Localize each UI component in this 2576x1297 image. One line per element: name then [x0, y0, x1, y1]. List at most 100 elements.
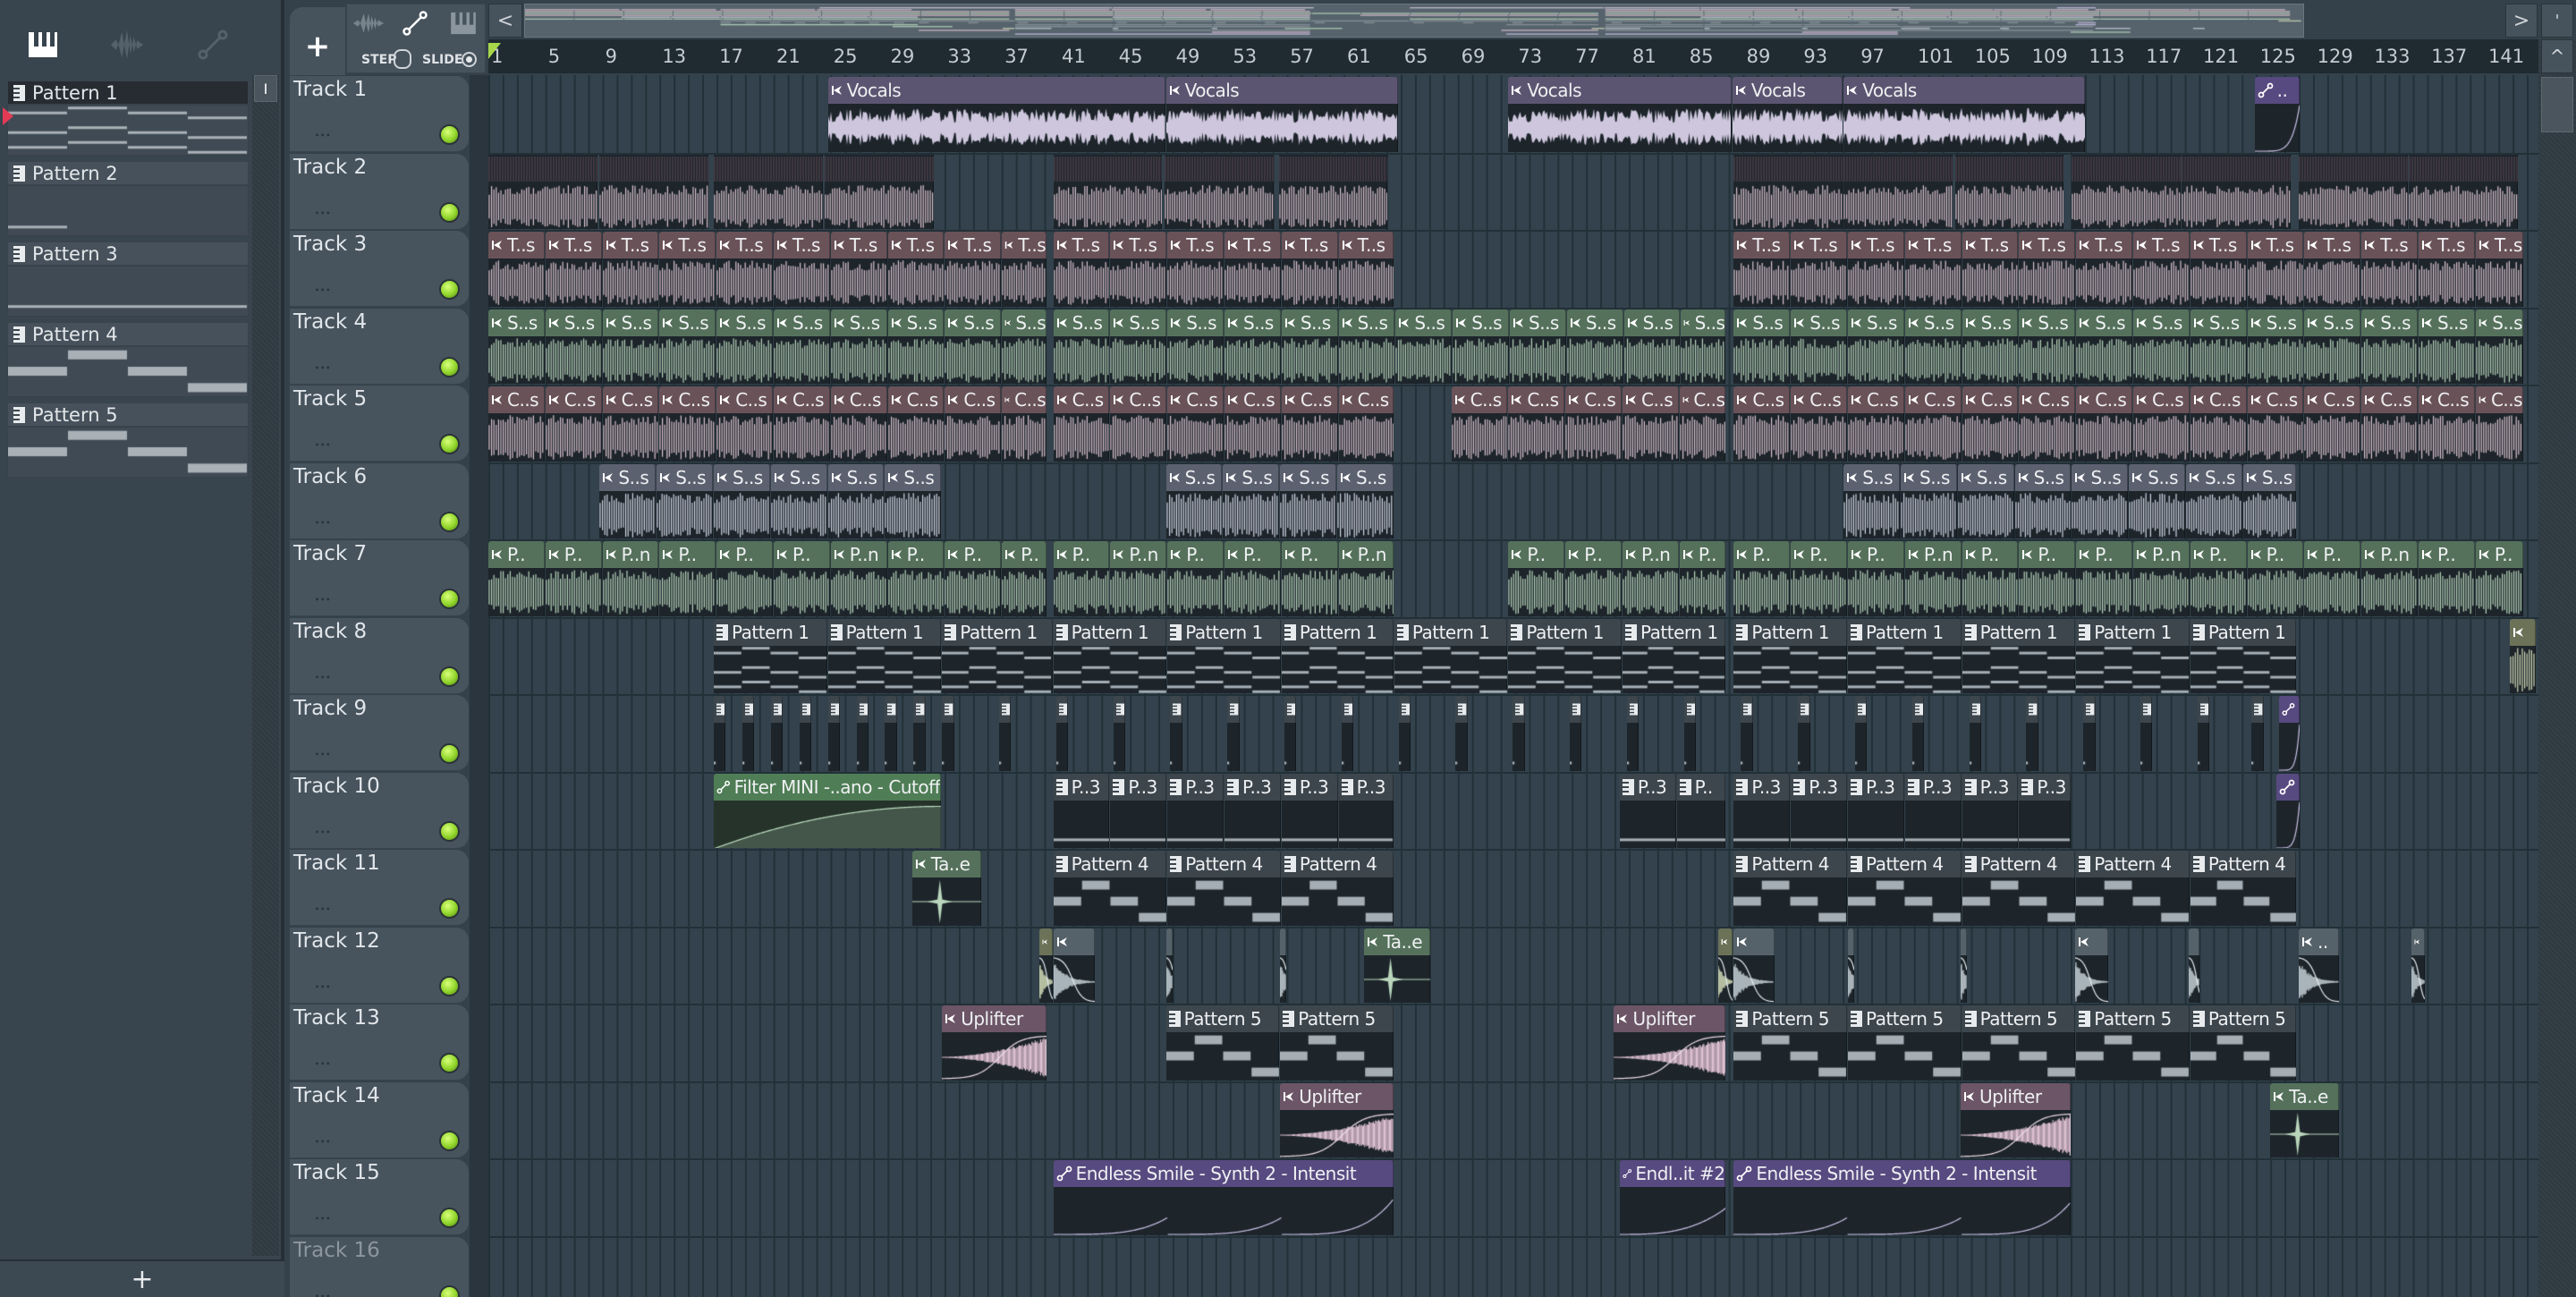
clip-body[interactable]	[1962, 413, 2019, 462]
ruler-bar-label[interactable]: 113	[2089, 46, 2124, 67]
clip-body[interactable]	[2076, 1032, 2190, 1081]
clip-header[interactable]	[1626, 696, 1640, 723]
clip-body[interactable]	[1911, 723, 1925, 771]
pattern-clip[interactable]: Pattern 5	[1280, 1005, 1394, 1081]
clip-body[interactable]	[856, 723, 869, 771]
audio-clip[interactable]: S..s	[2186, 463, 2242, 538]
audio-clip[interactable]: C..s	[659, 386, 716, 462]
clip-body[interactable]	[2419, 568, 2475, 616]
clip-body[interactable]	[1733, 259, 1791, 307]
clip-body[interactable]	[488, 335, 545, 384]
clip-body[interactable]	[2304, 259, 2361, 307]
audio-clip[interactable]: T..s	[1791, 232, 1848, 307]
pattern-item[interactable]: Pattern 2	[7, 161, 249, 236]
audio-clip[interactable]	[1843, 154, 1953, 229]
clip-header[interactable]: ..	[2254, 77, 2300, 104]
audio-clip[interactable]: C..s	[1679, 386, 1726, 462]
ruler-bar-label[interactable]: 61	[1347, 46, 1371, 67]
pattern-clip[interactable]: Pattern 1	[2076, 618, 2190, 693]
clip-header[interactable]: P..	[1791, 541, 1848, 568]
scroll-left-button[interactable]: <	[488, 4, 522, 38]
audio-clip[interactable]: C..s	[1451, 386, 1508, 462]
audio-clip[interactable]: T..s	[2019, 232, 2076, 307]
clip-body[interactable]	[1733, 413, 1791, 462]
clip-body[interactable]	[1791, 800, 1848, 848]
audio-clip[interactable]	[1053, 928, 1096, 1003]
clip-header[interactable]: Pattern 1	[1281, 618, 1394, 646]
clip-header[interactable]: C..s	[1733, 386, 1791, 413]
track-mute-button[interactable]	[439, 1053, 460, 1073]
audio-clip[interactable]: C..s	[1791, 386, 1848, 462]
clip-header[interactable]: S..s	[1681, 309, 1726, 336]
clip-header[interactable]: C..s	[2190, 386, 2247, 413]
audio-clip[interactable]	[1053, 154, 1163, 229]
ruler-bar-label[interactable]: 5	[548, 46, 560, 67]
track-mute-button[interactable]	[439, 820, 460, 842]
clip-header[interactable]: T..s	[1791, 232, 1848, 259]
audio-clip[interactable]: Vocals	[1165, 77, 1398, 152]
audio-clip[interactable]: C..s	[716, 386, 773, 462]
clip-body[interactable]	[1053, 413, 1110, 462]
ruler-bar-label[interactable]: 85	[1690, 46, 1714, 67]
clip-header[interactable]	[2251, 696, 2264, 723]
pattern-clip[interactable]: P..	[1676, 773, 1726, 848]
audio-clip[interactable]: S..s	[887, 309, 945, 384]
pattern-clip[interactable]	[714, 696, 726, 771]
clip-body[interactable]	[2275, 800, 2300, 848]
automation-clip[interactable]: Endless Smile - Synth 2 - Intensit	[1733, 1160, 2072, 1235]
audio-clip[interactable]	[1165, 154, 1274, 229]
ruler-bar-label[interactable]: 121	[2203, 46, 2239, 67]
pattern-item[interactable]: Pattern 4	[7, 322, 249, 397]
clip-body[interactable]	[1508, 568, 1565, 616]
pattern-clip[interactable]: Pattern 4	[1848, 851, 1962, 926]
clip-header[interactable]	[827, 696, 840, 723]
pattern-clip[interactable]: Pattern 5	[2076, 1005, 2190, 1081]
track-name[interactable]: Track 3	[293, 233, 367, 256]
clip-body[interactable]	[1798, 723, 1810, 771]
clip-body[interactable]	[2247, 335, 2304, 384]
audio-clip[interactable]	[1717, 928, 1733, 1003]
clip-body[interactable]	[1848, 645, 1962, 693]
audio-clip[interactable]: S..s	[602, 309, 659, 384]
audio-clip[interactable]: T..s	[1338, 232, 1394, 307]
pattern-item-header[interactable]: Pattern 3	[7, 242, 249, 266]
pattern-clip[interactable]	[741, 696, 755, 771]
track-options-dots[interactable]: •••	[315, 286, 331, 294]
clip-body[interactable]	[830, 335, 887, 384]
clip-header[interactable]: P..3	[1791, 773, 1848, 801]
clip-header[interactable]: Endless Smile - Synth 2 - Intensit	[1053, 1160, 1394, 1187]
playlist-grid[interactable]: Vocals Vocals Vocals Vocals Vocals.. T..s T..s…	[488, 75, 2538, 1297]
clip-header[interactable]	[2197, 696, 2210, 723]
clip-body[interactable]	[1278, 154, 1388, 229]
audio-clip[interactable]	[825, 154, 935, 229]
clip-header[interactable]: S..s	[657, 463, 713, 491]
clip-body[interactable]	[942, 1032, 1047, 1081]
pattern-clip[interactable]	[1969, 696, 1981, 771]
clip-body[interactable]	[887, 259, 945, 307]
track-options-dots[interactable]: •••	[315, 983, 331, 991]
clip-body[interactable]	[1281, 800, 1338, 848]
audio-clip[interactable]: C..s	[1110, 386, 1167, 462]
clip-body[interactable]	[2133, 413, 2190, 462]
clip-header[interactable]	[1455, 696, 1468, 723]
clip-header[interactable]	[1798, 696, 1810, 723]
audio-clip[interactable]: S..s	[1510, 309, 1566, 384]
clip-header[interactable]: S..s	[1510, 309, 1566, 336]
clip-header[interactable]	[2189, 928, 2199, 955]
pattern-item-header[interactable]: Pattern 1	[7, 81, 249, 105]
clip-body[interactable]	[1733, 154, 1843, 229]
clip-body[interactable]	[913, 723, 926, 771]
clip-body[interactable]	[1364, 954, 1431, 1003]
clip-body[interactable]	[2133, 568, 2190, 616]
clip-header[interactable]: T..s	[2304, 232, 2361, 259]
audio-clip[interactable]: P..n	[1623, 541, 1679, 616]
clip-body[interactable]	[1791, 568, 1848, 616]
clip-body[interactable]	[2361, 335, 2419, 384]
clip-header[interactable]: S..s	[2242, 463, 2297, 491]
clip-header[interactable]: Pattern 5	[1848, 1005, 1962, 1032]
clip-header[interactable]: P..	[716, 541, 773, 568]
pattern-item[interactable]: Pattern 3	[7, 242, 249, 317]
pattern-clip[interactable]: Pattern 1	[942, 618, 1053, 693]
track-mute-button[interactable]	[439, 356, 460, 377]
clip-header[interactable]: P..	[1962, 541, 2019, 568]
